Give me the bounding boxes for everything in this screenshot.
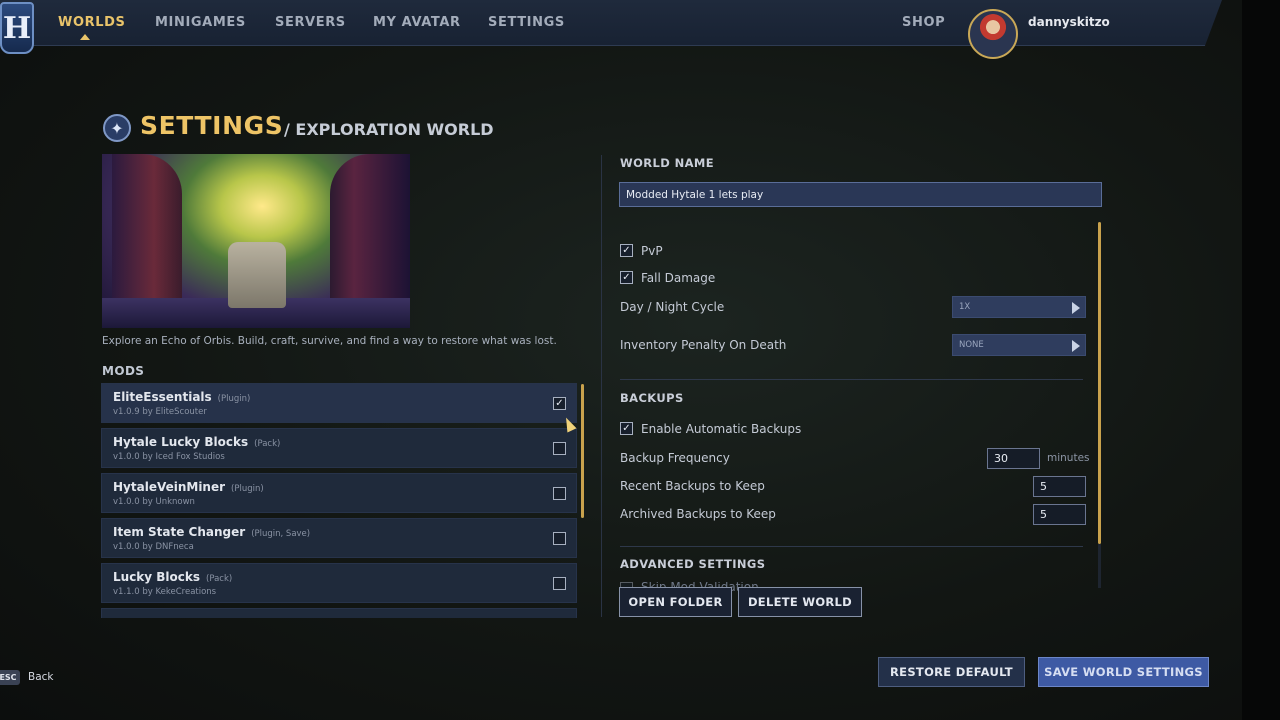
mod-type: (Plugin, Save) xyxy=(251,529,311,539)
day-night-value: 1X xyxy=(959,302,971,312)
back-label[interactable]: Back xyxy=(28,671,54,683)
mods-scrollbar[interactable] xyxy=(581,384,584,518)
mod-row-item-state-changer[interactable]: Item State Changer (Plugin, Save) v1.0.0 … xyxy=(101,518,577,558)
archived-backups-input[interactable] xyxy=(1033,504,1086,525)
world-name-input[interactable] xyxy=(619,182,1102,207)
minutes-unit: minutes xyxy=(1047,452,1090,464)
section-divider xyxy=(620,546,1083,547)
mod-title: Hytale Lucky Blocks xyxy=(113,435,249,449)
settings-scrollbar[interactable] xyxy=(1098,222,1101,544)
nav-minigames[interactable]: MINIGAMES xyxy=(155,15,246,30)
mod-name: Lucky Blocks (Pack) xyxy=(113,570,232,584)
mod-title: HytaleVeinMiner xyxy=(113,480,226,494)
active-caret-icon xyxy=(80,34,90,40)
section-divider xyxy=(620,379,1083,380)
inventory-penalty-value: NONE xyxy=(959,340,984,350)
play-arrow-icon xyxy=(1072,340,1080,352)
mod-checkbox-hytale-lucky-blocks[interactable] xyxy=(553,442,566,455)
world-name-label: WORLD NAME xyxy=(620,156,715,170)
esc-key-badge[interactable]: ESC xyxy=(0,670,20,685)
auto-backups-checkbox[interactable]: ✓ xyxy=(620,422,633,435)
mod-name: EliteEssentials (Plugin) xyxy=(113,390,250,404)
mod-title: Item State Changer xyxy=(113,525,246,539)
mods-list[interactable]: EliteEssentials (Plugin) v1.0.9 by EliteS… xyxy=(101,382,577,618)
world-preview-image xyxy=(102,154,410,328)
mod-name: Hytale Lucky Blocks (Pack) xyxy=(113,435,280,449)
mod-checkbox-eliteessentials[interactable]: ✓ xyxy=(553,397,566,410)
mod-row-partial[interactable] xyxy=(101,608,577,618)
mod-type: (Plugin) xyxy=(217,394,251,404)
right-edge-strip xyxy=(1242,0,1280,720)
nav-shop[interactable]: SHOP xyxy=(902,15,945,30)
recent-backups-input[interactable] xyxy=(1033,476,1086,497)
logo-letter: H xyxy=(2,10,32,46)
mod-meta: v1.1.0 by KekeCreations xyxy=(113,587,217,597)
backup-frequency-label: Backup Frequency xyxy=(620,451,730,465)
mod-meta: v1.0.9 by EliteScouter xyxy=(113,407,207,417)
mod-row-hytale-lucky-blocks[interactable]: Hytale Lucky Blocks (Pack) v1.0.0 by Iced… xyxy=(101,428,577,468)
mod-meta: v1.0.0 by Iced Fox Studios xyxy=(113,452,225,462)
auto-backups-label: Enable Automatic Backups xyxy=(641,422,802,436)
settings-gear-icon: ✦ xyxy=(103,114,131,142)
open-folder-button[interactable]: OPEN FOLDER xyxy=(619,587,732,617)
save-world-settings-button[interactable]: SAVE WORLD SETTINGS xyxy=(1038,657,1209,687)
mod-row-eliteessentials[interactable]: EliteEssentials (Plugin) v1.0.9 by EliteS… xyxy=(101,383,577,423)
mod-type: (Pack) xyxy=(254,439,281,449)
day-night-selector[interactable]: 1X xyxy=(952,296,1086,318)
column-divider xyxy=(601,155,602,617)
mod-checkbox-hytaleveinminer[interactable] xyxy=(553,487,566,500)
inventory-penalty-selector[interactable]: NONE xyxy=(952,334,1086,356)
fall-damage-label: Fall Damage xyxy=(641,271,716,285)
mod-meta: v1.0.0 by Unknown xyxy=(113,497,195,507)
mod-name: HytaleVeinMiner (Plugin) xyxy=(113,480,264,494)
recent-backups-label: Recent Backups to Keep xyxy=(620,479,765,493)
settings-scroll-track xyxy=(1098,544,1101,588)
stone-statue xyxy=(228,242,286,308)
avatar[interactable] xyxy=(968,9,1018,59)
hytale-logo-icon[interactable]: H xyxy=(0,2,34,54)
mod-row-hytaleveinminer[interactable]: HytaleVeinMiner (Plugin) v1.0.0 by Unknow… xyxy=(101,473,577,513)
world-description: Explore an Echo of Orbis. Build, craft, … xyxy=(102,335,557,347)
archived-backups-label: Archived Backups to Keep xyxy=(620,507,776,521)
page-subtitle: / EXPLORATION WORLD xyxy=(284,120,494,139)
mod-type: (Pack) xyxy=(206,574,233,584)
day-night-label: Day / Night Cycle xyxy=(620,300,725,314)
pvp-label: PvP xyxy=(641,244,663,258)
mod-checkbox-lucky-blocks[interactable] xyxy=(553,577,566,590)
username[interactable]: dannyskitzo xyxy=(1028,15,1110,29)
mod-type: (Plugin) xyxy=(231,484,264,494)
page-title: SETTINGS xyxy=(140,111,284,140)
mod-title: Lucky Blocks xyxy=(113,570,201,584)
nav-my-avatar[interactable]: MY AVATAR xyxy=(373,15,461,30)
backups-heading: BACKUPS xyxy=(620,391,684,405)
restore-default-button[interactable]: RESTORE DEFAULT xyxy=(878,657,1025,687)
nav-servers[interactable]: SERVERS xyxy=(275,15,346,30)
delete-world-button[interactable]: DELETE WORLD xyxy=(738,587,862,617)
advanced-settings-heading: ADVANCED SETTINGS xyxy=(620,557,766,571)
nav-worlds[interactable]: WORLDS xyxy=(58,15,125,30)
mod-name: Item State Changer (Plugin, Save) xyxy=(113,525,310,539)
mod-title: EliteEssentials xyxy=(113,390,212,404)
nav-settings[interactable]: SETTINGS xyxy=(488,15,565,30)
mod-meta: v1.0.0 by DNFneca xyxy=(113,542,194,552)
mod-checkbox-item-state-changer[interactable] xyxy=(553,532,566,545)
backup-frequency-input[interactable] xyxy=(987,448,1040,469)
play-arrow-icon xyxy=(1072,302,1080,314)
mods-heading: MODS xyxy=(102,364,145,378)
pvp-checkbox[interactable]: ✓ xyxy=(620,244,633,257)
mod-row-lucky-blocks[interactable]: Lucky Blocks (Pack) v1.1.0 by KekeCreatio… xyxy=(101,563,577,603)
fall-damage-checkbox[interactable]: ✓ xyxy=(620,271,633,284)
inventory-penalty-label: Inventory Penalty On Death xyxy=(620,338,787,352)
